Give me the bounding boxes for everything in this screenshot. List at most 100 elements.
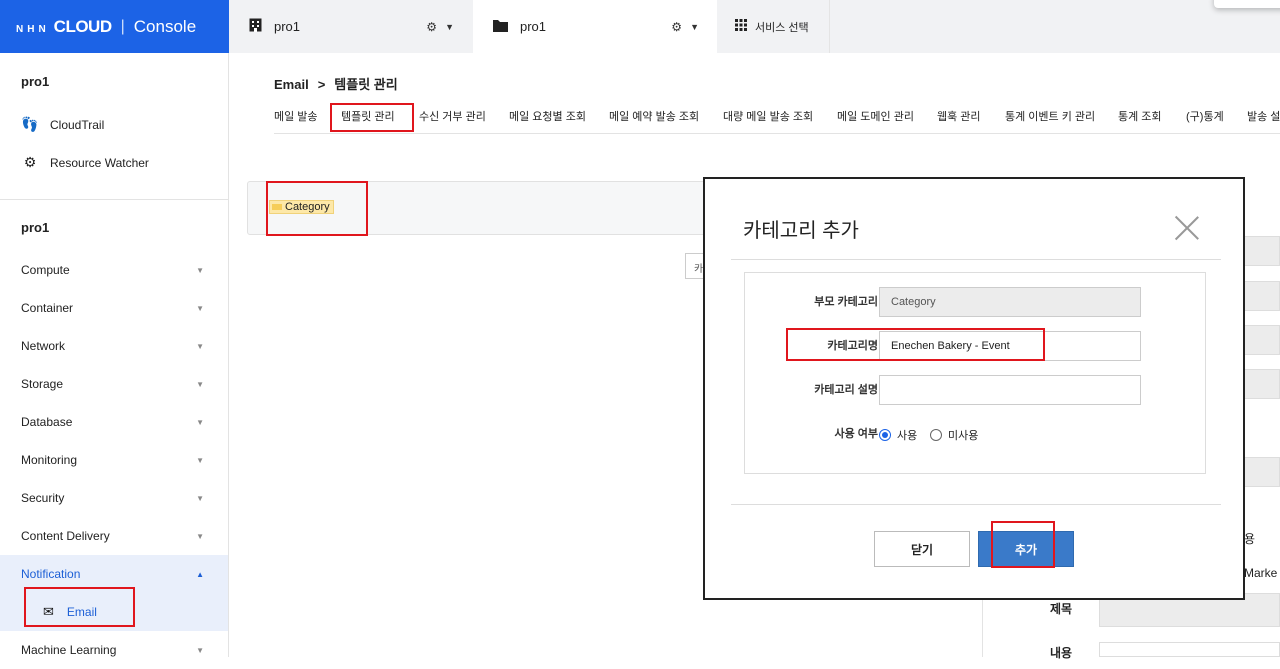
chevron-down-icon: ▼ bbox=[196, 379, 204, 389]
sidebar-item-compute[interactable]: Compute ▼ bbox=[0, 251, 228, 289]
logo-nhn-text: NHN bbox=[16, 23, 50, 35]
service-select-label: 서비스 선택 bbox=[755, 21, 809, 34]
sidebar-link-label: CloudTrail bbox=[50, 117, 105, 132]
bg-field bbox=[1244, 325, 1280, 355]
bg-field bbox=[1244, 281, 1280, 311]
project-name: pro1 bbox=[520, 19, 547, 34]
sidebar-item-label: Notification bbox=[21, 567, 81, 581]
sidebar: pro1 👣 CloudTrail ⚙ Resource Watcher pro… bbox=[0, 53, 229, 657]
sidebar-item-label: Content Delivery bbox=[21, 529, 110, 543]
sidebar-item-storage[interactable]: Storage ▼ bbox=[0, 365, 228, 403]
sidebar-item-label: Storage bbox=[21, 377, 64, 391]
bg-field bbox=[1244, 236, 1280, 266]
caret-down-icon[interactable]: ▼ bbox=[445, 22, 454, 32]
sidebar-item-label: Compute bbox=[21, 263, 70, 277]
gear-eye-icon: ⚙ bbox=[23, 154, 37, 170]
tab-webhook-management[interactable]: 웹훅 관리 bbox=[937, 108, 981, 124]
sidebar-link-resource-watcher[interactable]: ⚙ Resource Watcher bbox=[21, 154, 149, 171]
sidebar-divider bbox=[0, 199, 228, 200]
content-label: 내용 bbox=[1050, 646, 1073, 660]
sidebar-item-machine-learning[interactable]: Machine Learning ▼ bbox=[0, 631, 228, 669]
project-title: pro1 bbox=[21, 220, 50, 235]
tab-send-mail[interactable]: 메일 발송 bbox=[274, 108, 318, 124]
radio-label: 미사용 bbox=[948, 430, 979, 442]
gear-icon[interactable]: ⚙ bbox=[426, 20, 437, 34]
sidebar-item-label: Monitoring bbox=[21, 453, 78, 467]
service-select-button[interactable]: 서비스 선택 bbox=[718, 0, 830, 53]
highlight-box bbox=[991, 521, 1055, 568]
dialog-title: 카테고리 추가 bbox=[743, 220, 859, 242]
highlight-box bbox=[786, 328, 1045, 361]
tab-unsubscribe-management[interactable]: 수신 거부 관리 bbox=[419, 108, 486, 124]
tab-send-settings[interactable]: 발송 설 bbox=[1247, 108, 1280, 124]
radio-unchecked-icon bbox=[930, 429, 942, 441]
tab-request-query[interactable]: 메일 요청별 조회 bbox=[509, 108, 586, 124]
service-tabs: 메일 발송 템플릿 관리 수신 거부 관리 메일 요청별 조회 메일 예약 발송… bbox=[274, 108, 1280, 134]
popup-edge bbox=[1214, 0, 1280, 8]
bg-divider bbox=[982, 598, 983, 657]
sidebar-item-label: Network bbox=[21, 339, 66, 353]
close-icon[interactable] bbox=[1174, 215, 1200, 241]
breadcrumb: Email > 템플릿 관리 bbox=[274, 74, 398, 93]
folder-icon bbox=[493, 19, 508, 35]
chevron-down-icon: ▼ bbox=[196, 531, 204, 541]
subject-label: 제목 bbox=[1050, 602, 1073, 616]
editor-toolbar[interactable] bbox=[1099, 642, 1280, 657]
tab-reserved-query[interactable]: 메일 예약 발송 조회 bbox=[609, 108, 699, 124]
org-selector-tab[interactable]: pro1 ⚙ ▼ bbox=[229, 0, 472, 53]
highlight-box bbox=[24, 587, 135, 627]
logo-separator: | bbox=[120, 17, 125, 35]
building-icon bbox=[249, 18, 262, 35]
chevron-up-icon: ▲ bbox=[196, 569, 204, 579]
sidebar-item-label: Container bbox=[21, 301, 74, 315]
caret-down-icon[interactable]: ▼ bbox=[690, 22, 699, 32]
sidebar-item-label: Machine Learning bbox=[21, 643, 117, 657]
gear-icon[interactable]: ⚙ bbox=[671, 20, 682, 34]
breadcrumb-service[interactable]: Email bbox=[274, 77, 309, 92]
sidebar-link-label: Resource Watcher bbox=[50, 155, 149, 170]
radio-label: 사용 bbox=[897, 430, 918, 442]
bg-text: Marke bbox=[1244, 566, 1278, 580]
bg-field bbox=[1244, 457, 1280, 487]
chevron-down-icon: ▼ bbox=[196, 455, 204, 465]
grid-icon bbox=[735, 19, 747, 34]
chevron-down-icon: ▼ bbox=[196, 493, 204, 503]
bg-text: 용 bbox=[1244, 532, 1256, 546]
tab-stat-query[interactable]: 통계 조회 bbox=[1118, 108, 1162, 124]
tab-stat-event-key[interactable]: 통계 이벤트 키 관리 bbox=[1005, 108, 1095, 124]
nhn-cloud-logo[interactable]: NHN CLOUD | Console bbox=[0, 0, 229, 53]
close-button[interactable]: 닫기 bbox=[874, 531, 970, 567]
chevron-down-icon: ▼ bbox=[196, 417, 204, 427]
category-desc-label: 카테고리 설명 bbox=[814, 384, 878, 396]
chevron-down-icon: ▼ bbox=[196, 303, 204, 313]
category-desc-input[interactable] bbox=[879, 375, 1141, 405]
use-no-radio[interactable]: 미사용 bbox=[930, 427, 978, 443]
tab-bulk-query[interactable]: 대량 메일 발송 조회 bbox=[723, 108, 813, 124]
use-label: 사용 여부 bbox=[834, 428, 878, 440]
sidebar-link-cloudtrail[interactable]: 👣 CloudTrail bbox=[21, 116, 104, 133]
sidebar-item-label: Security bbox=[21, 491, 65, 505]
parent-category-label: 부모 카테고리 bbox=[814, 296, 878, 308]
sidebar-item-security[interactable]: Security ▼ bbox=[0, 479, 228, 517]
sidebar-item-monitoring[interactable]: Monitoring ▼ bbox=[0, 441, 228, 479]
sidebar-item-network[interactable]: Network ▼ bbox=[0, 327, 228, 365]
sidebar-item-label: Database bbox=[21, 415, 73, 429]
project-selector-tab[interactable]: pro1 ⚙ ▼ bbox=[473, 0, 717, 53]
org-name: pro1 bbox=[274, 19, 301, 34]
highlight-box bbox=[330, 103, 414, 132]
chevron-down-icon: ▼ bbox=[196, 645, 204, 655]
sidebar-item-content-delivery[interactable]: Content Delivery ▼ bbox=[0, 517, 228, 555]
chevron-down-icon: ▼ bbox=[196, 341, 204, 351]
dialog-divider bbox=[731, 504, 1221, 505]
parent-category-field: Category bbox=[879, 287, 1141, 317]
logo-cloud-text: CLOUD bbox=[53, 16, 112, 36]
use-yes-radio[interactable]: 사용 bbox=[879, 427, 917, 443]
sidebar-item-database[interactable]: Database ▼ bbox=[0, 403, 228, 441]
sidebar-item-container[interactable]: Container ▼ bbox=[0, 289, 228, 327]
logo-console-text: Console bbox=[133, 16, 197, 36]
tab-domain-management[interactable]: 메일 도메인 관리 bbox=[837, 108, 914, 124]
chevron-down-icon: ▼ bbox=[196, 265, 204, 275]
breadcrumb-page: 템플릿 관리 bbox=[334, 77, 398, 92]
tab-old-stats[interactable]: (구)통계 bbox=[1186, 108, 1224, 124]
add-category-dialog: 카테고리 추가 부모 카테고리 Category 카테고리명 Enechen B… bbox=[703, 177, 1245, 600]
